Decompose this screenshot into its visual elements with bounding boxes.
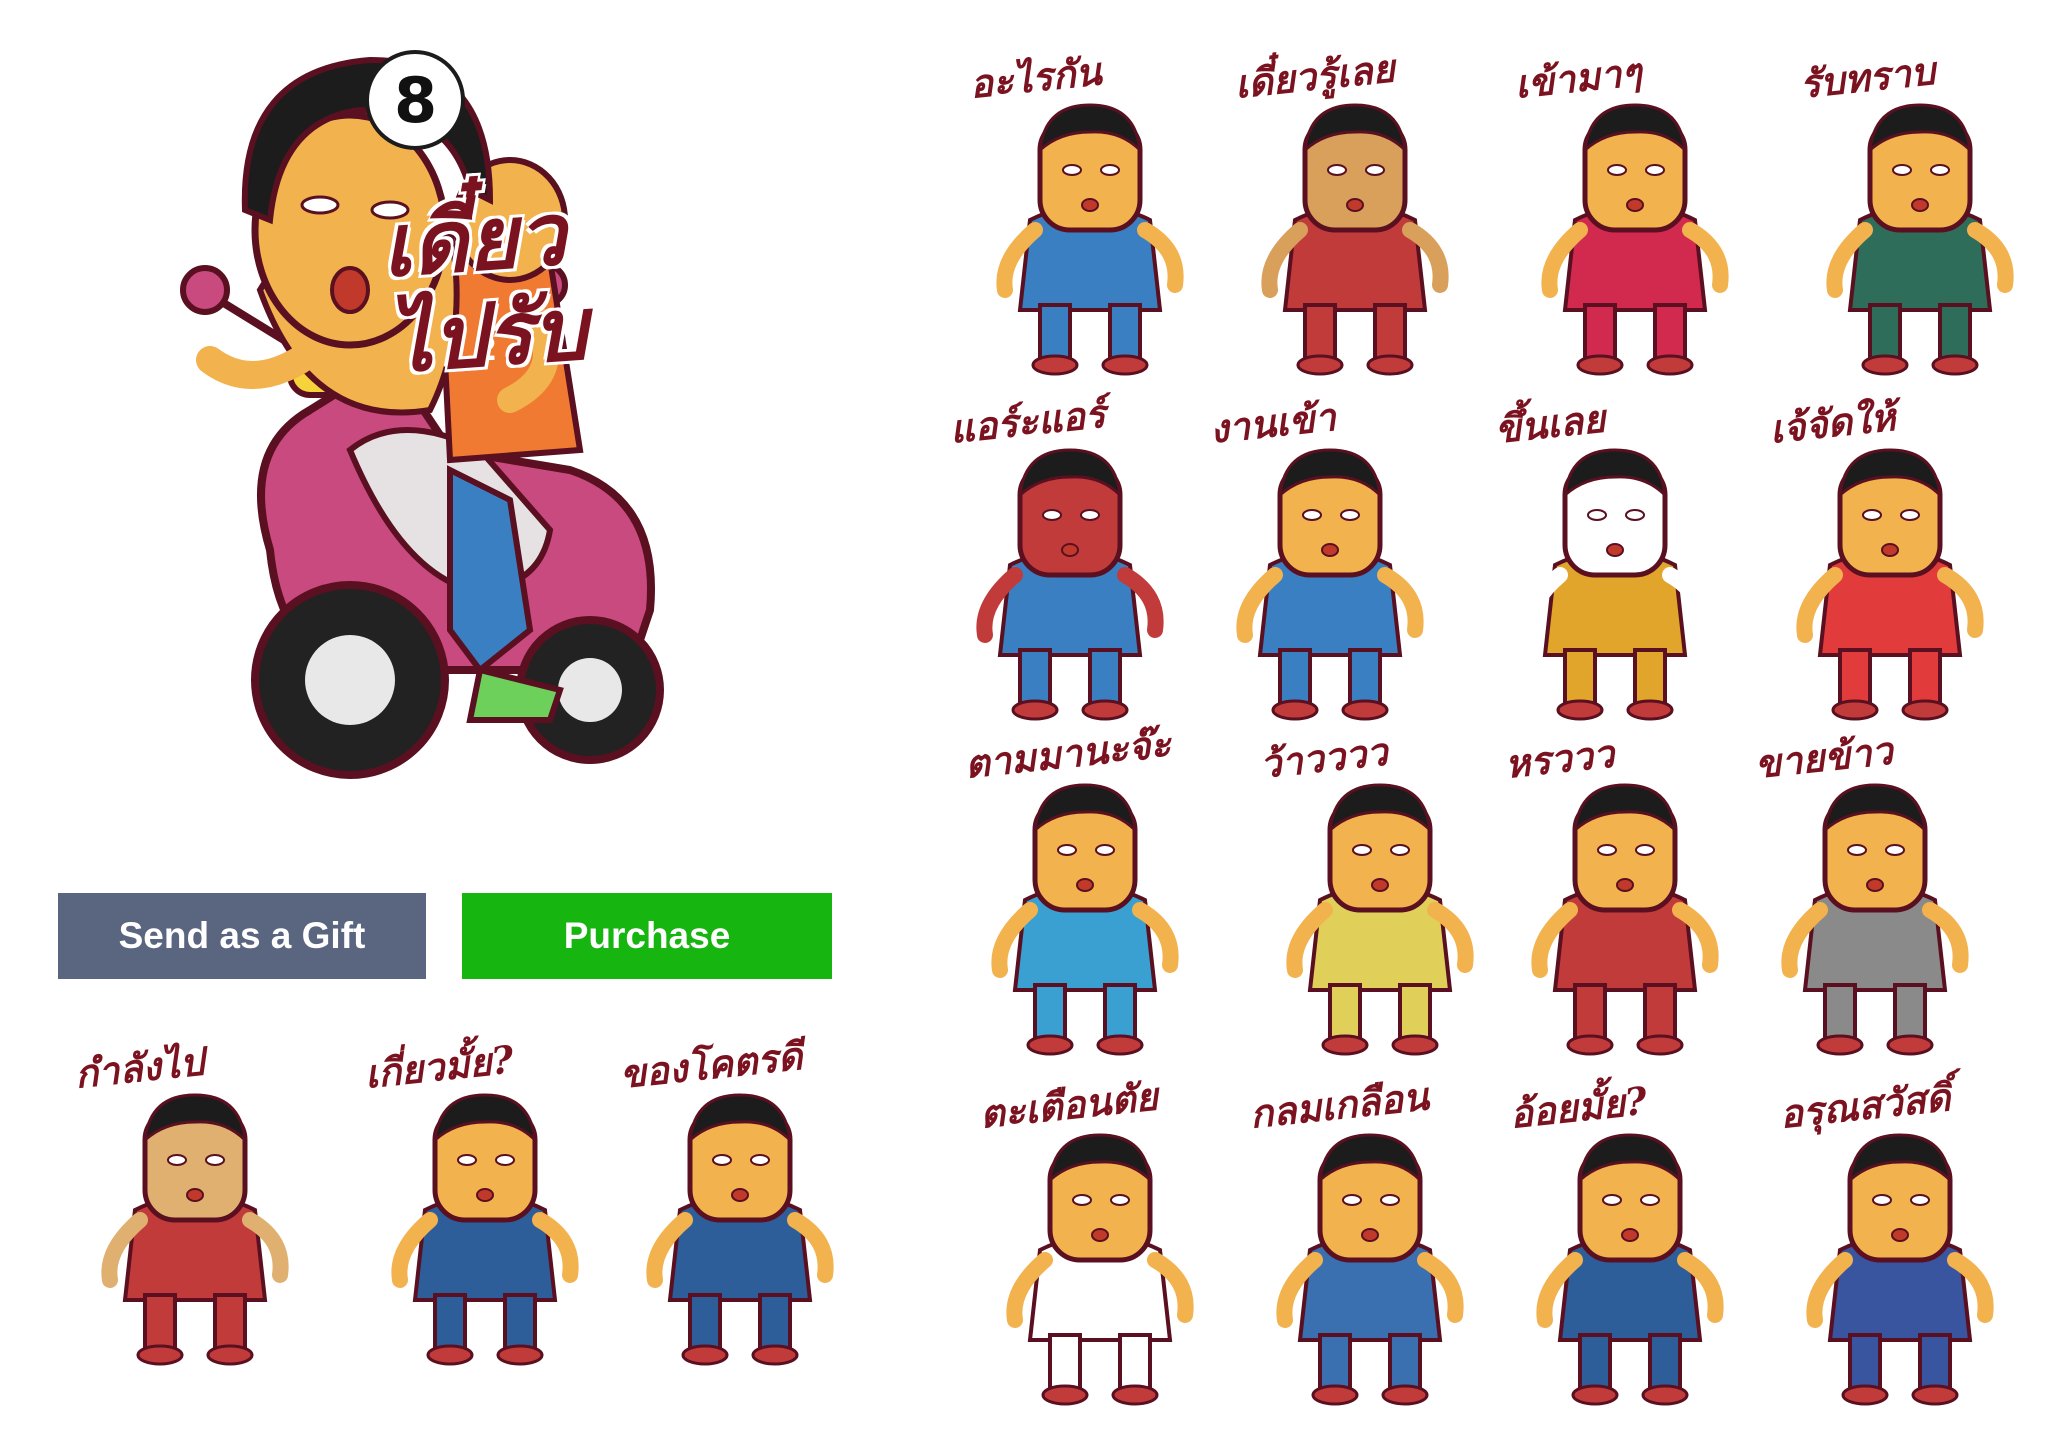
sticker-item[interactable]: เดี๋ยวรู้เลย xyxy=(1225,45,1485,380)
sticker-item[interactable]: ว้าวววว xyxy=(1250,729,1510,1060)
sticker-item[interactable]: เจ้จัดให้ xyxy=(1760,394,2020,725)
sticker-item[interactable]: แอร์ะแอร์ xyxy=(940,391,1200,725)
hero-caption: เดี๋ยวไปรับ xyxy=(378,183,591,393)
sticker-item[interactable]: ตะเตือนตัย xyxy=(970,1073,1230,1410)
hero-sticker: 2 8 xyxy=(150,30,790,850)
scooter-riders-icon: 2 8 xyxy=(180,50,664,779)
sticker-item[interactable]: อะไรกัน xyxy=(960,48,1220,380)
sticker-item[interactable]: อรุณสวัสดิ์ xyxy=(1770,1074,2030,1410)
sticker-item[interactable]: รับทราบ xyxy=(1790,48,2048,380)
sticker-item[interactable]: อ้อยมั้ย? xyxy=(1500,1078,1760,1410)
sticker-item[interactable]: หรววว xyxy=(1495,730,1755,1060)
sticker-item[interactable]: ของโคตรดี xyxy=(610,1033,870,1370)
purchase-button[interactable]: Purchase xyxy=(462,893,832,979)
sticker-item[interactable]: เข้ามาๆ xyxy=(1505,49,1765,380)
helmet-number: 8 xyxy=(394,64,437,137)
sticker-item[interactable]: กำลังไป xyxy=(65,1039,325,1370)
sticker-item[interactable]: ขายข้าว xyxy=(1745,728,2005,1060)
sticker-item[interactable]: ขึ้นเลย xyxy=(1485,395,1745,725)
sticker-item[interactable]: ตามมานะจ๊ะ xyxy=(955,721,1215,1060)
sticker-item[interactable]: งานเข้า xyxy=(1200,394,1460,725)
sticker-item[interactable]: กลมเกลือน xyxy=(1240,1073,1500,1410)
send-as-gift-button[interactable]: Send as a Gift xyxy=(58,893,426,979)
sticker-item[interactable]: เกี่ยวมั้ย? xyxy=(355,1037,615,1370)
